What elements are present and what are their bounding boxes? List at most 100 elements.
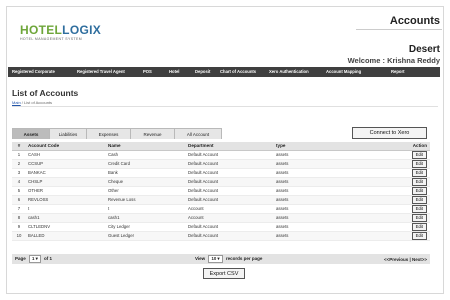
accounts-table: # Account Code Name Department type Acti… bbox=[12, 142, 430, 241]
table-row: 8 cash1 cash1 Account assets Edit bbox=[12, 213, 430, 223]
account-type: assets bbox=[274, 168, 394, 178]
account-name: Bank bbox=[106, 168, 186, 178]
account-type: assets bbox=[274, 231, 394, 241]
account-code: cash1 bbox=[26, 213, 106, 223]
tab-all-account[interactable]: All Account bbox=[174, 128, 222, 139]
edit-button[interactable]: Edit bbox=[411, 213, 427, 221]
account-type: assets bbox=[274, 186, 394, 196]
account-code: CHSLP bbox=[26, 177, 106, 187]
table-row: 3 BANKAC Bank Default Account assets Edi… bbox=[12, 168, 430, 178]
table-header-row: # Account Code Name Department type Acti… bbox=[12, 142, 430, 151]
account-name: Guest Ledger bbox=[106, 231, 186, 241]
nav-chart-of-accounts[interactable]: Chart of Accounts bbox=[220, 69, 256, 74]
account-department: Default Account bbox=[186, 168, 274, 178]
account-type: assets bbox=[274, 150, 394, 160]
edit-button[interactable]: Edit bbox=[411, 168, 427, 176]
nav-pos[interactable]: POS bbox=[143, 69, 152, 74]
account-code: t bbox=[26, 204, 106, 214]
nav-deposit[interactable]: Deposit bbox=[195, 69, 210, 74]
records-per-page-select[interactable]: 10 ▾ bbox=[208, 255, 223, 263]
account-name: Cheque bbox=[106, 177, 186, 187]
row-number: 6 bbox=[12, 195, 26, 205]
logo-tagline: HOTEL MANAGEMENT SYSTEM bbox=[20, 37, 83, 41]
edit-button[interactable]: Edit bbox=[411, 222, 427, 230]
col-header-name[interactable]: Name bbox=[106, 142, 186, 151]
tab-revenue[interactable]: Revenue bbox=[130, 128, 175, 139]
edit-button[interactable]: Edit bbox=[411, 186, 427, 194]
table-row: 4 CHSLP Cheque Default Account assets Ed… bbox=[12, 177, 430, 187]
breadcrumb: Main / List of Accounts bbox=[12, 100, 52, 105]
edit-button[interactable]: Edit bbox=[411, 159, 427, 167]
account-type: assets bbox=[274, 195, 394, 205]
account-name: City Ledger bbox=[106, 222, 186, 232]
records-per-page: View 10 ▾ records per page bbox=[195, 255, 262, 263]
table-row: 10 BALLED Guest Ledger Default Account a… bbox=[12, 231, 430, 241]
main-nav: Registered Corporate Registered Travel A… bbox=[8, 67, 440, 77]
account-name: t bbox=[106, 204, 186, 214]
col-header-number: # bbox=[12, 142, 26, 151]
account-name: Revenue Loss bbox=[106, 195, 186, 205]
export-csv-button[interactable]: Export CSV bbox=[203, 268, 245, 279]
row-number: 10 bbox=[12, 231, 26, 241]
account-department: Default Account bbox=[186, 195, 274, 205]
nav-account-mapping[interactable]: Account Mapping bbox=[326, 69, 361, 74]
col-header-action: Action bbox=[394, 142, 430, 151]
account-code: OTHER bbox=[26, 186, 106, 196]
col-header-department[interactable]: Department bbox=[186, 142, 274, 151]
table-row: 6 REVLOSS Revenue Loss Default Account a… bbox=[12, 195, 430, 205]
edit-button[interactable]: Edit bbox=[411, 204, 427, 212]
next-page-link[interactable]: Next>> bbox=[412, 257, 427, 262]
property-name: Desert bbox=[408, 44, 440, 55]
logo-word-hotel: HOTEL bbox=[20, 23, 63, 37]
account-code: CASH bbox=[26, 150, 106, 160]
row-number: 9 bbox=[12, 222, 26, 232]
row-number: 4 bbox=[12, 177, 26, 187]
edit-button[interactable]: Edit bbox=[411, 150, 427, 158]
connect-to-xero-button[interactable]: Connect to Xero bbox=[352, 127, 427, 139]
edit-button[interactable]: Edit bbox=[411, 231, 427, 239]
col-header-type[interactable]: type bbox=[274, 142, 394, 151]
account-code: BALLED bbox=[26, 231, 106, 241]
breadcrumb-home-link[interactable]: Main bbox=[12, 100, 21, 105]
account-name: Cash bbox=[106, 150, 186, 160]
page-count: of 1 bbox=[44, 256, 53, 261]
table-row: 7 t t Account assets Edit bbox=[12, 204, 430, 214]
account-code: BANKAC bbox=[26, 168, 106, 178]
page-label: Page bbox=[15, 256, 26, 261]
nav-hotel[interactable]: Hotel bbox=[169, 69, 179, 74]
nav-registered-travel-agent[interactable]: Registered Travel Agent bbox=[77, 69, 125, 74]
view-label: View bbox=[195, 256, 206, 261]
account-department: Default Account bbox=[186, 150, 274, 160]
row-number: 5 bbox=[12, 186, 26, 196]
welcome-text: Welcome : Krishna Reddy bbox=[347, 56, 440, 65]
nav-registered-corporate[interactable]: Registered Corporate bbox=[12, 69, 55, 74]
row-number: 1 bbox=[12, 150, 26, 160]
account-type: assets bbox=[274, 204, 394, 214]
breadcrumb-current: List of Accounts bbox=[24, 100, 53, 105]
tab-expenses[interactable]: Expenses bbox=[86, 128, 131, 139]
account-type: assets bbox=[274, 213, 394, 223]
edit-button[interactable]: Edit bbox=[411, 195, 427, 203]
account-type: assets bbox=[274, 177, 394, 187]
header-title: Accounts bbox=[389, 15, 440, 27]
row-number: 8 bbox=[12, 213, 26, 223]
account-type-tabs: Assets Liabilities Expenses Revenue All … bbox=[12, 128, 222, 139]
account-department: Default Account bbox=[186, 231, 274, 241]
logo-word-logix: LOGIX bbox=[62, 23, 102, 37]
account-department: Account bbox=[186, 204, 274, 214]
page-select[interactable]: 1 ▾ bbox=[29, 255, 41, 263]
page-title: List of Accounts bbox=[12, 88, 79, 98]
table-row: 1 CASH Cash Default Account assets Edit bbox=[12, 150, 430, 160]
nav-xero-authentication[interactable]: Xero Authentication bbox=[269, 69, 309, 74]
table-row: 9 CLTLEDNV City Ledger Default Account a… bbox=[12, 222, 430, 232]
account-name: Other bbox=[106, 186, 186, 196]
row-number: 2 bbox=[12, 159, 26, 169]
edit-button[interactable]: Edit bbox=[411, 177, 427, 185]
previous-page-link[interactable]: <<Previous bbox=[384, 257, 408, 262]
tab-liabilities[interactable]: Liabilities bbox=[49, 128, 87, 139]
account-department: Account bbox=[186, 213, 274, 223]
tab-assets[interactable]: Assets bbox=[12, 128, 50, 139]
account-department: Default Account bbox=[186, 159, 274, 169]
col-header-account-code[interactable]: Account Code bbox=[26, 142, 106, 151]
nav-report[interactable]: Report bbox=[391, 69, 405, 74]
